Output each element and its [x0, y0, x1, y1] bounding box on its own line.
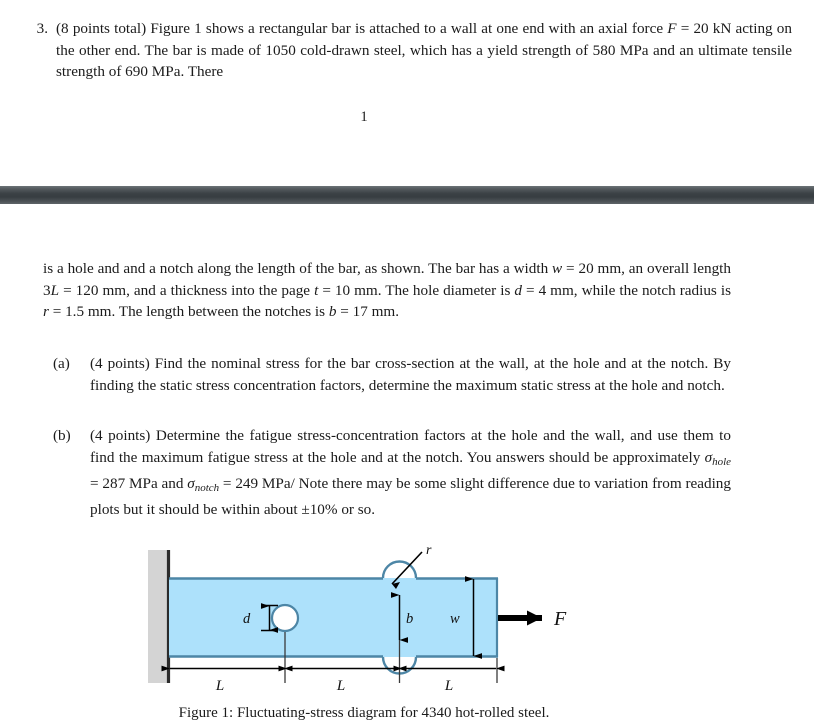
- part-b-block: (b) (4 points) Determine the fatigue str…: [53, 425, 731, 521]
- bar-body: [169, 578, 498, 657]
- label-L2: L: [336, 678, 345, 694]
- continued-segment-5: = 4 mm, while the notch radius is: [521, 281, 731, 299]
- part-a-text: (4 points) Find the nominal stress for t…: [90, 355, 731, 394]
- part-b-segment-1: (4 points) Determine the fatigue stress-…: [90, 427, 731, 466]
- part-b-text: (4 points) Determine the fatigue stress-…: [90, 425, 731, 521]
- continued-segment-4: = 10 mm. The hole diameter is: [318, 281, 515, 299]
- page-number: 1: [360, 109, 368, 125]
- continued-segment-3: = 120 mm, and a thickness into the page: [59, 281, 315, 299]
- continued-paragraph-text: is a hole and and a notch along the leng…: [43, 258, 731, 323]
- problem-3-text: (8 points total) Figure 1 shows a rectan…: [56, 18, 792, 83]
- continued-segment-7: = 17 mm.: [336, 303, 400, 320]
- hole-circle: [270, 603, 300, 633]
- variable-d: d: [514, 281, 522, 299]
- sigma-notch-subscript: notch: [194, 481, 220, 494]
- label-L1: L: [215, 678, 224, 694]
- part-b-label: (b): [53, 427, 71, 444]
- continued-segment-1: is a hole and and a notch along the leng…: [43, 260, 553, 277]
- bar-with-hole-and-notch-svg: r d b w F L L L: [148, 543, 567, 694]
- label-w: w: [450, 611, 460, 627]
- variable-F: F: [667, 20, 677, 37]
- continued-paragraph-block: is a hole and and a notch along the leng…: [43, 258, 731, 323]
- page-break-separator: [0, 186, 814, 204]
- label-r: r: [426, 543, 432, 558]
- wall-block: [148, 550, 168, 683]
- problem-3-block: 3. (8 points total) Figure 1 shows a rec…: [22, 18, 792, 83]
- label-b: b: [406, 611, 413, 627]
- label-d: d: [243, 611, 251, 627]
- figure-caption: Figure 1: Fluctuating-stress diagram for…: [178, 705, 550, 721]
- variable-L: L: [50, 281, 60, 299]
- label-F: F: [553, 608, 567, 630]
- problem-number: 3.: [36, 20, 48, 37]
- sigma-hole-subscript: hole: [712, 455, 731, 468]
- figure-1-diagram: r d b w F L L L: [130, 540, 600, 700]
- part-a-label: (a): [53, 355, 70, 372]
- document-page: 3. (8 points total) Figure 1 shows a rec…: [0, 0, 814, 727]
- variable-w: w: [552, 260, 563, 277]
- part-a-block: (a) (4 points) Find the nominal stress f…: [53, 353, 731, 396]
- sigma-notch-symbol: σ: [187, 474, 195, 492]
- label-L3: L: [444, 678, 453, 694]
- problem-3-segment-1: (8 points total) Figure 1 shows a rectan…: [56, 20, 668, 37]
- continued-segment-6: = 1.5 mm. The length between the notches…: [48, 303, 329, 320]
- part-b-segment-2: = 287 MPa and: [90, 474, 188, 492]
